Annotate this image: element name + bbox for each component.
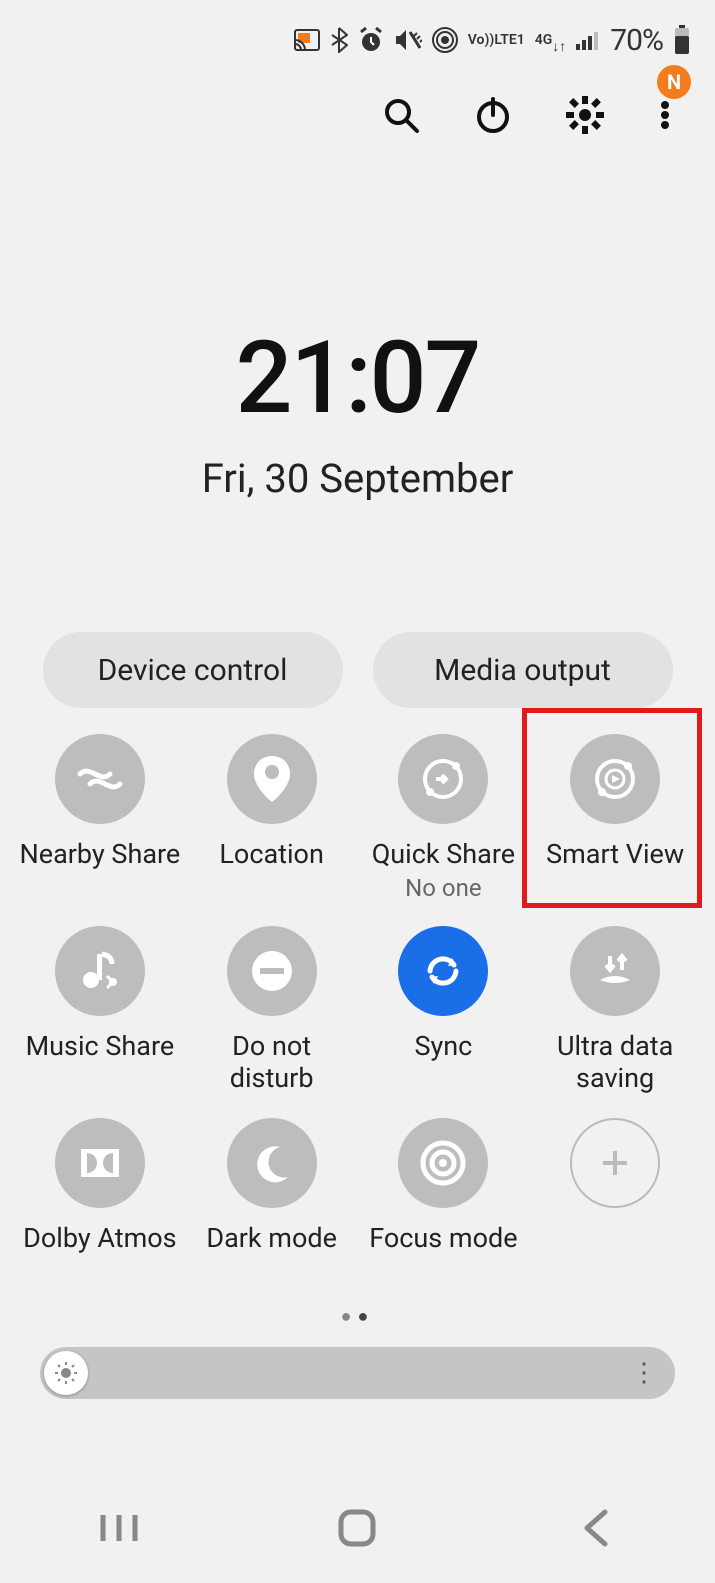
tile-location[interactable]: Location [190,734,354,904]
tile-label: Focus mode [369,1222,517,1254]
device-control-button[interactable]: Device control [43,632,343,708]
cast-icon [294,29,320,51]
tile-sublabel: No one [405,874,481,902]
tile-sync[interactable]: Sync [362,926,526,1096]
volte-indicator: Vo))LTE1 [468,33,525,47]
power-button[interactable] [471,93,515,137]
nearby-share-icon [55,734,145,824]
control-pills: Device control Media output [0,632,715,708]
tile-label: Sync [414,1030,472,1062]
settings-button[interactable] [563,93,607,137]
tile-label: Music Share [26,1030,175,1062]
dark-mode-icon [227,1118,317,1208]
panel-toolbar: N [0,60,715,150]
search-button[interactable] [379,93,423,137]
mute-vibrate-icon [394,28,422,52]
music-share-icon [55,926,145,1016]
system-nav-bar [0,1473,715,1583]
nav-home-button[interactable] [327,1498,387,1558]
tile-label: Location [219,838,323,870]
tile-label: Dark mode [206,1222,337,1254]
tile-focus-mode[interactable]: Focus mode [362,1118,526,1288]
tile-label: Smart View [546,838,684,870]
signal-icon [576,30,600,50]
quick-tiles-grid: Nearby Share Location Quick Share No one… [0,708,715,1288]
tile-do-not-disturb[interactable]: Do not disturb [190,926,354,1096]
brightness-row: ⋮ [0,1327,715,1399]
network-type-indicator: 4G↓↑ [535,26,567,54]
notification-badge: N [657,65,691,99]
nav-recents-button[interactable] [89,1498,149,1558]
brightness-more-icon[interactable]: ⋮ [631,1367,657,1380]
tile-dolby-atmos[interactable]: Dolby Atmos [18,1118,182,1288]
clock-area: 21:07 Fri, 30 September [0,320,715,502]
dnd-icon [227,926,317,1016]
smart-view-icon [570,734,660,824]
tile-dark-mode[interactable]: Dark mode [190,1118,354,1288]
tile-label: Ultra data saving [533,1030,697,1095]
tile-nearby-share[interactable]: Nearby Share [18,734,182,904]
quick-share-icon [398,734,488,824]
tile-label: Do not disturb [190,1030,354,1095]
more-button[interactable] [655,93,675,137]
tile-music-share[interactable]: Music Share [18,926,182,1096]
dolby-icon [55,1118,145,1208]
location-icon [227,734,317,824]
brightness-slider[interactable]: ⋮ [40,1347,675,1399]
alarm-icon [358,27,384,53]
tile-label: Quick Share [372,838,515,870]
brightness-thumb[interactable] [44,1351,88,1395]
tile-add[interactable] [533,1118,697,1288]
page-indicator: ●● [0,1306,715,1327]
media-output-button[interactable]: Media output [373,632,673,708]
hotspot-icon [432,27,458,53]
clock-time: 21:07 [0,320,715,437]
battery-percentage: 70% [610,23,663,58]
battery-icon [673,25,691,55]
clock-date: Fri, 30 September [0,455,715,502]
tile-ultra-data-saving[interactable]: Ultra data saving [533,926,697,1096]
plus-icon [570,1118,660,1208]
nav-back-button[interactable] [566,1498,626,1558]
tile-label: Dolby Atmos [23,1222,176,1254]
tile-smart-view[interactable]: Smart View [533,734,697,904]
focus-mode-icon [398,1118,488,1208]
ultra-data-icon [570,926,660,1016]
status-bar: Vo))LTE1 4G↓↑ 70% [0,0,715,60]
bluetooth-icon [330,27,348,53]
tile-label: Nearby Share [20,838,181,870]
sync-icon [398,926,488,1016]
tile-quick-share[interactable]: Quick Share No one [362,734,526,904]
